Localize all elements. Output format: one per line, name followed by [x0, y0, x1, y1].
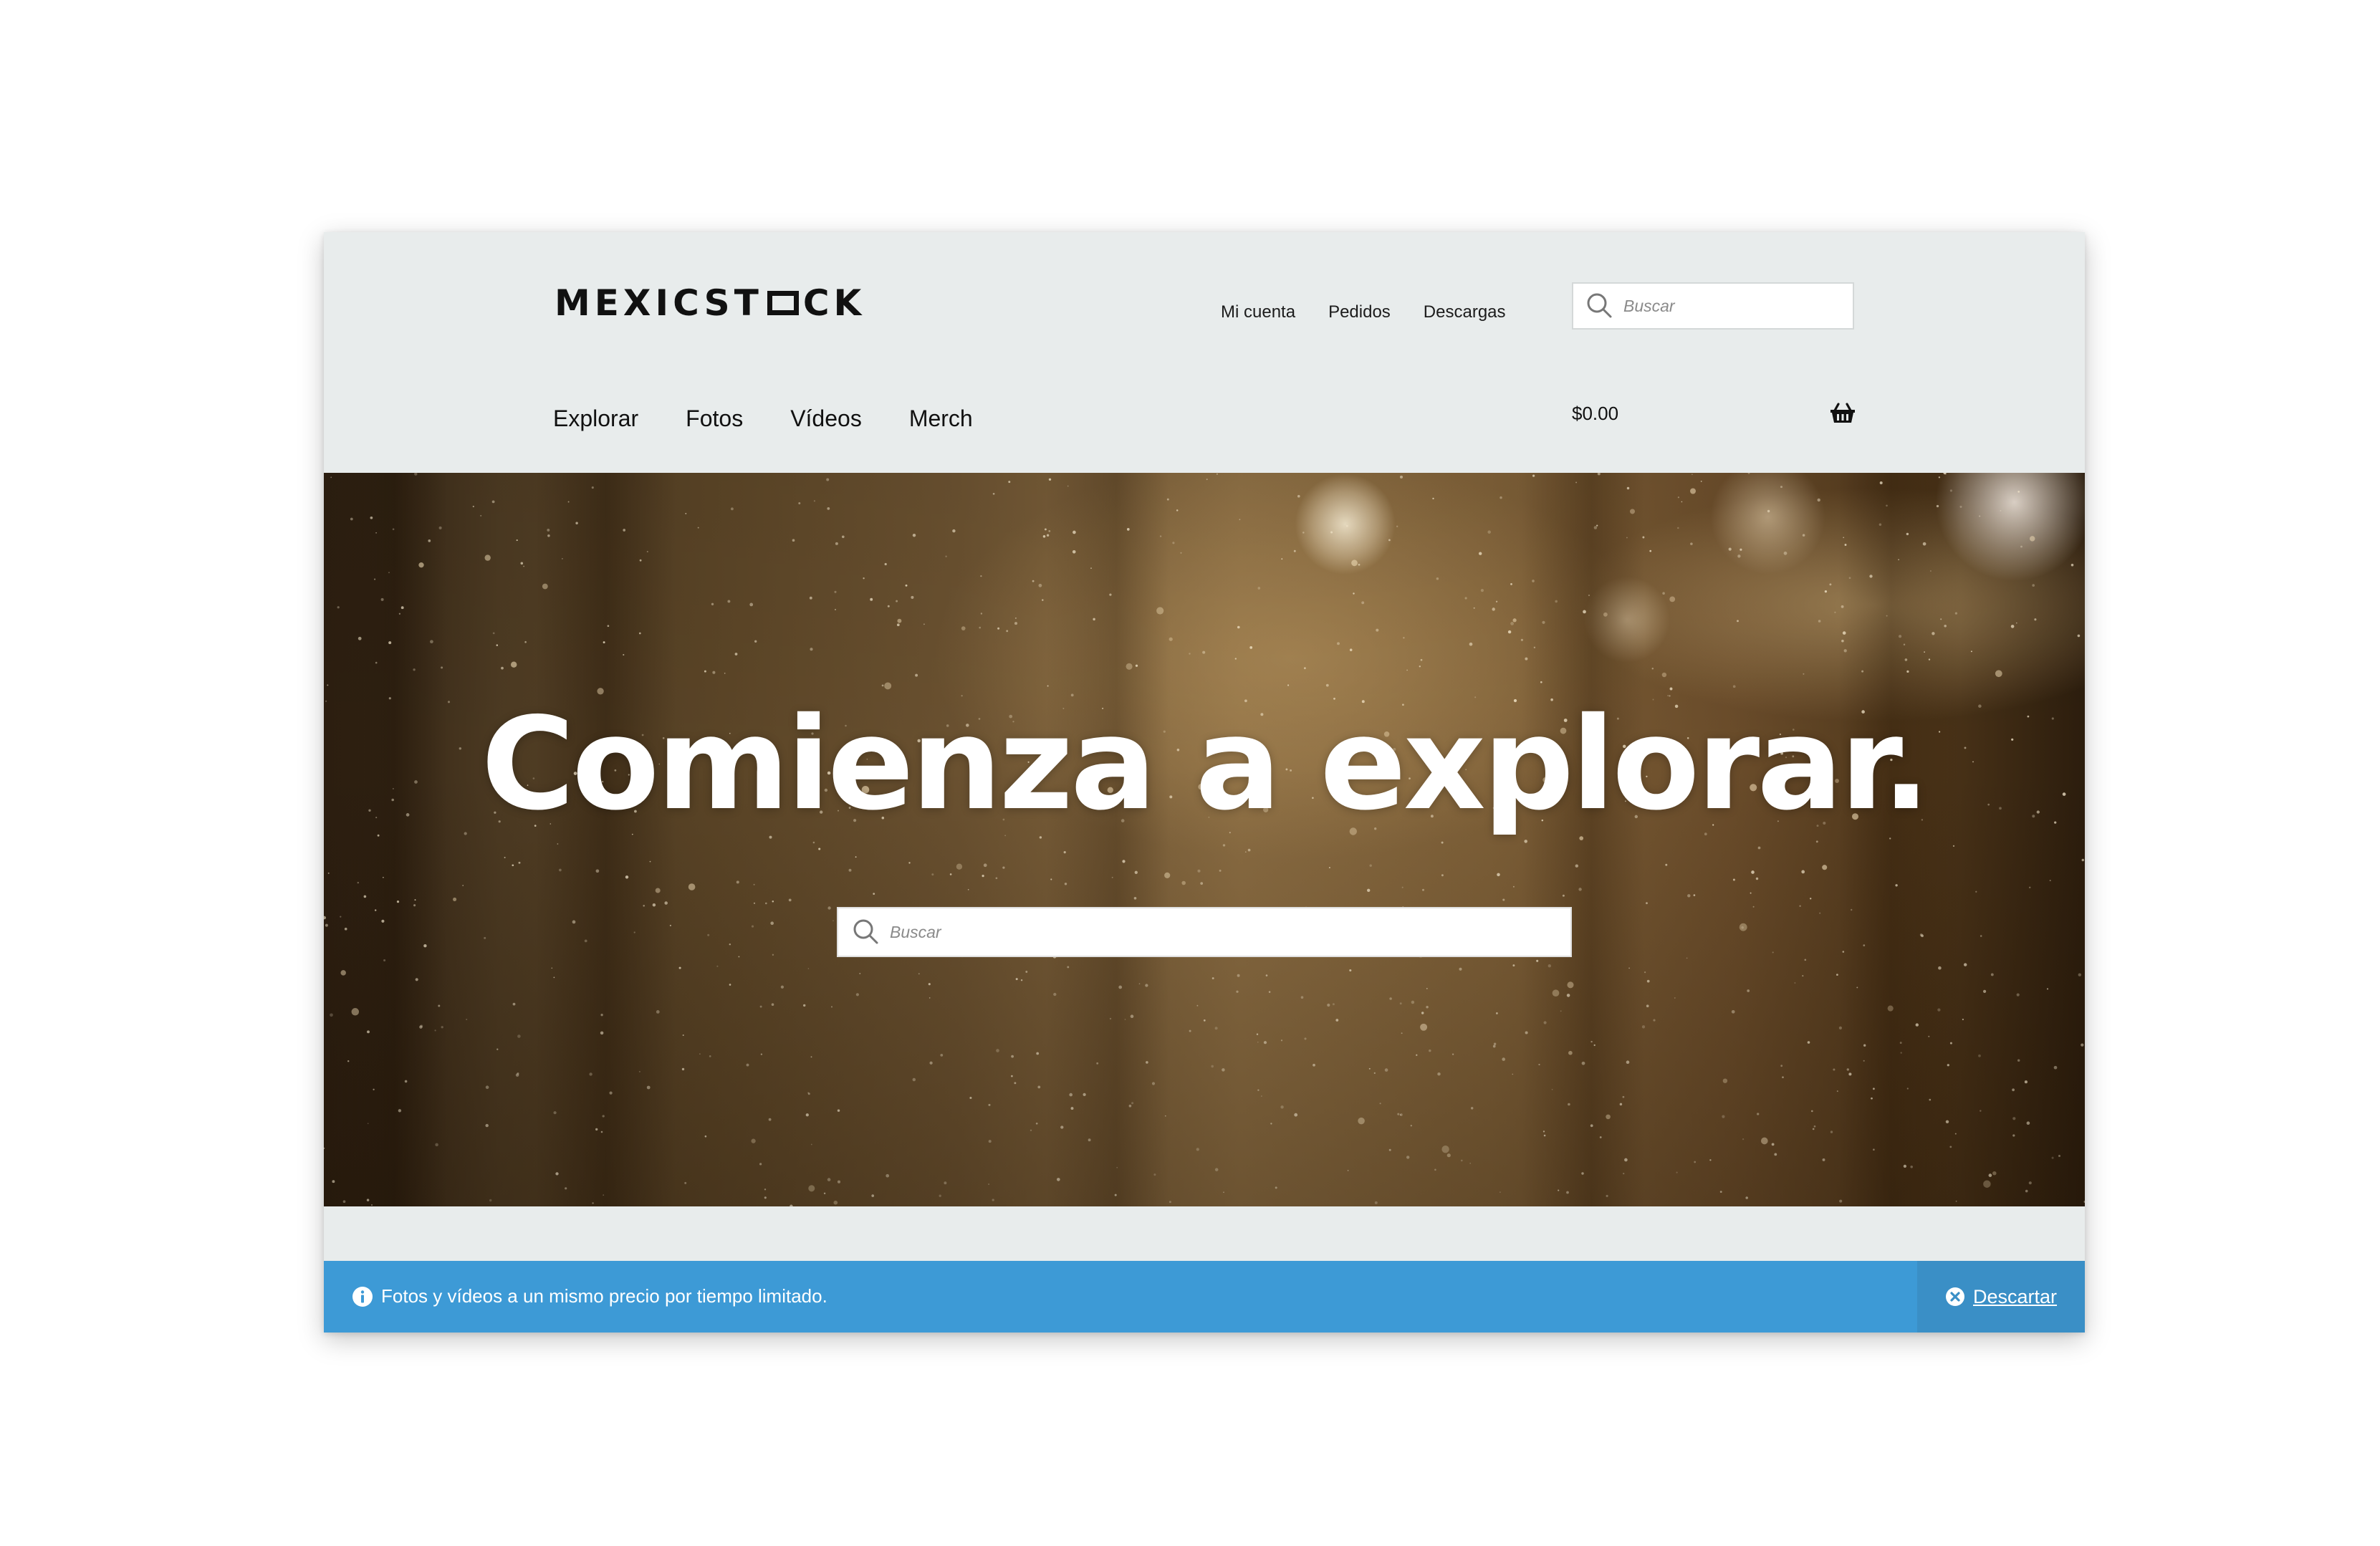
secondary-nav: Mi cuenta Pedidos Descargas: [1221, 302, 1506, 322]
logo-text-end: CK: [802, 282, 866, 324]
nav-item-videos[interactable]: Vídeos: [790, 405, 862, 432]
header-search-box[interactable]: [1572, 282, 1854, 330]
site-logo[interactable]: MEXICST CK: [555, 278, 865, 328]
basket-icon[interactable]: [1828, 398, 1857, 427]
logo-text-start: MEXICST: [555, 282, 763, 324]
store-notice: Fotos y vídeos a un mismo precio por tie…: [324, 1261, 2085, 1333]
cart-total[interactable]: $0.00: [1572, 403, 1618, 425]
browser-page: MEXICST CK Mi cuenta Pedidos Descargas Ex…: [324, 232, 2085, 1333]
dismiss-notice-button[interactable]: Descartar: [1917, 1261, 2085, 1333]
nav-item-fotos[interactable]: Fotos: [686, 405, 743, 432]
dismiss-label: Descartar: [1973, 1285, 2058, 1307]
my-account-link[interactable]: Mi cuenta: [1221, 302, 1295, 322]
main-nav: Explorar Fotos Vídeos Merch: [553, 405, 973, 432]
logo-square-icon: [767, 291, 799, 315]
nav-item-explorar[interactable]: Explorar: [553, 405, 638, 432]
hero-search-input[interactable]: [888, 921, 1570, 943]
orders-link[interactable]: Pedidos: [1328, 302, 1391, 322]
close-icon: [1946, 1287, 1964, 1306]
search-icon: [853, 919, 878, 944]
nav-item-merch[interactable]: Merch: [909, 405, 973, 432]
header-search-input[interactable]: [1622, 295, 1853, 317]
hero-search-box[interactable]: [837, 907, 1572, 957]
downloads-link[interactable]: Descargas: [1424, 302, 1506, 322]
search-icon: [1587, 293, 1612, 318]
hero-banner: Comienza a explorar.: [324, 473, 2085, 1206]
info-icon: [352, 1287, 373, 1307]
site-header: MEXICST CK Mi cuenta Pedidos Descargas Ex…: [324, 232, 2085, 473]
hero-title: Comienza a explorar.: [481, 690, 1931, 838]
notice-text: Fotos y vídeos a un mismo precio por tie…: [381, 1285, 827, 1307]
